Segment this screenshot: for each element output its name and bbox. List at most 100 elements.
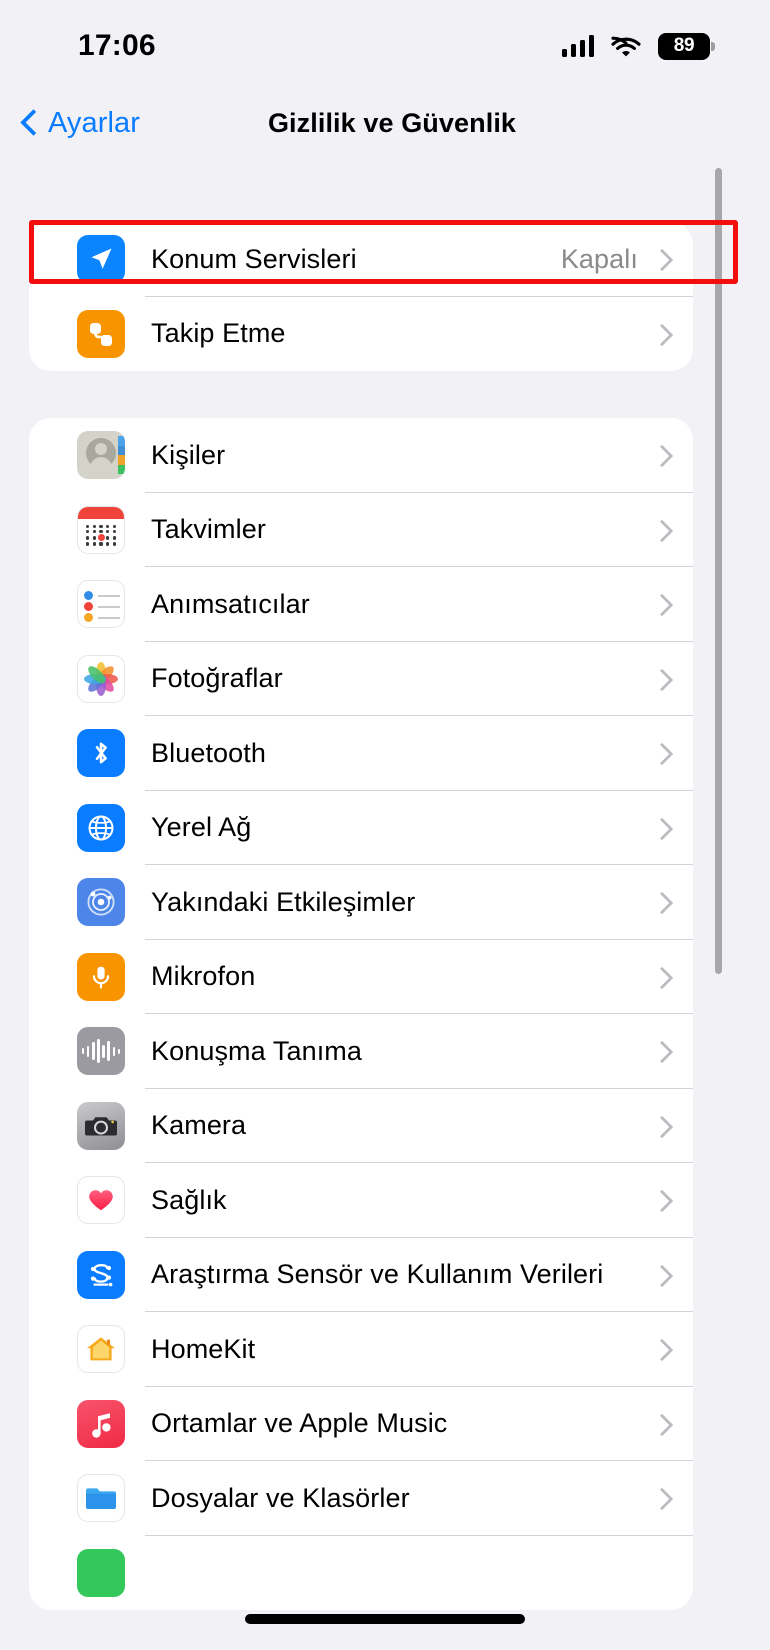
row-partial-next[interactable] [29, 1536, 693, 1611]
row-app-tracking[interactable]: Takip Etme [29, 297, 693, 372]
cellular-bars-icon [561, 35, 594, 57]
row-accessory [654, 1338, 693, 1360]
chevron-right-icon [654, 817, 667, 839]
speech-waveform-icon [77, 1027, 125, 1076]
battery-level: 89 [673, 35, 695, 56]
globe-network-icon [77, 803, 125, 852]
row-contacts[interactable]: Kişiler [29, 418, 693, 493]
row-label: Sağlık [151, 1184, 227, 1215]
row-location-services[interactable]: Konum Servisleri Kapalı [29, 222, 693, 297]
row-label: Yerel Ağ [151, 812, 252, 843]
status-bar-clock: 17:06 [78, 29, 156, 62]
settings-scroll-view[interactable]: Konum Servisleri Kapalı Takip Etme Kişil… [0, 154, 770, 1650]
row-accessory [654, 1040, 693, 1062]
row-microphone[interactable]: Mikrofon [29, 940, 693, 1014]
row-reminders[interactable]: Anımsatıcılar [29, 567, 693, 642]
row-local-network[interactable]: Yerel Ağ [29, 791, 693, 865]
microphone-icon [77, 952, 125, 1001]
row-research-sensor-usage-data[interactable]: Araştırma Sensör ve Kullanım Verileri [29, 1238, 693, 1312]
row-media-apple-music[interactable]: Ortamlar ve Apple Music [29, 1387, 693, 1461]
camera-icon [77, 1101, 125, 1150]
row-label: Konuşma Tanıma [151, 1035, 363, 1066]
row-accessory [654, 1115, 693, 1137]
row-value: Kapalı [560, 243, 638, 274]
battery-icon: 89 [658, 32, 715, 60]
chevron-right-icon [654, 1338, 667, 1360]
chevron-right-icon [654, 742, 667, 764]
chevron-right-icon [654, 966, 667, 988]
settings-group-privacy-apps: Kişiler Takvimler Anımsatıcılar Fotoğraf… [29, 418, 693, 1610]
chevron-left-icon [22, 109, 38, 137]
calendar-icon [77, 505, 125, 554]
row-label: Fotoğraflar [151, 663, 283, 694]
row-calendars[interactable]: Takvimler [29, 493, 693, 567]
row-label: Takip Etme [151, 318, 286, 349]
chevron-right-icon [654, 444, 667, 466]
row-label: Araştırma Sensör ve Kullanım Verileri [151, 1259, 604, 1290]
row-accessory [654, 519, 693, 541]
row-files-and-folders[interactable]: Dosyalar ve Klasörler [29, 1461, 693, 1536]
row-accessory [654, 1264, 693, 1286]
folder-icon [77, 1474, 125, 1523]
row-label: Yakındaki Etkileşimler [151, 886, 416, 917]
row-health[interactable]: Sağlık [29, 1163, 693, 1238]
row-speech-recognition[interactable]: Konuşma Tanıma [29, 1014, 693, 1089]
row-label: Mikrofon [151, 961, 256, 992]
row-label: Kişiler [151, 439, 226, 470]
location-arrow-icon [77, 235, 125, 284]
row-accessory [654, 966, 693, 988]
chevron-right-icon [654, 1413, 667, 1435]
row-homekit[interactable]: HomeKit [29, 1312, 693, 1387]
chevron-right-icon [654, 1040, 667, 1062]
row-accessory [654, 891, 693, 913]
vertical-scrollbar[interactable] [715, 168, 722, 974]
nearby-interactions-icon [77, 878, 125, 927]
home-indicator [245, 1614, 525, 1624]
row-label: Bluetooth [151, 737, 266, 768]
back-button-label: Ayarlar [48, 106, 141, 139]
row-accessory [654, 1487, 693, 1509]
bluetooth-icon [77, 729, 125, 778]
row-accessory [654, 742, 693, 764]
row-accessory [654, 1413, 693, 1435]
settings-group-privacy-top: Konum Servisleri Kapalı Takip Etme [29, 222, 693, 371]
row-camera[interactable]: Kamera [29, 1089, 693, 1163]
row-photos[interactable]: Fotoğraflar [29, 642, 693, 716]
chevron-right-icon [654, 593, 667, 615]
row-accessory [654, 817, 693, 839]
row-accessory: Kapalı [561, 244, 693, 275]
tracking-icon [77, 309, 125, 358]
chevron-right-icon [654, 1189, 667, 1211]
contacts-icon [77, 431, 125, 480]
green-app-icon [77, 1548, 125, 1597]
heart-health-icon [77, 1176, 125, 1225]
row-accessory [654, 1189, 693, 1211]
row-label: Anımsatıcılar [151, 588, 310, 619]
row-accessory [654, 444, 693, 466]
chevron-right-icon [654, 668, 667, 690]
status-bar-indicators: 89 [561, 32, 715, 60]
row-label: Takvimler [151, 514, 266, 545]
row-bluetooth[interactable]: Bluetooth [29, 716, 693, 791]
row-accessory [654, 593, 693, 615]
chevron-right-icon [654, 1264, 667, 1286]
row-label: Dosyalar ve Klasörler [151, 1482, 410, 1513]
research-sensor-icon [77, 1250, 125, 1299]
chevron-right-icon [654, 891, 667, 913]
back-button[interactable]: Ayarlar [22, 92, 140, 154]
photos-icon [77, 654, 125, 703]
wifi-icon [611, 35, 641, 57]
row-label: Konum Servisleri [151, 243, 357, 274]
row-nearby-interactions[interactable]: Yakındaki Etkileşimler [29, 865, 693, 940]
reminders-icon [77, 580, 125, 629]
row-accessory [654, 668, 693, 690]
navigation-bar: Gizlilik ve Güvenlik Ayarlar [0, 92, 770, 154]
chevron-right-icon [654, 1115, 667, 1137]
row-label: Kamera [151, 1110, 247, 1141]
chevron-right-icon [654, 323, 667, 345]
status-bar: 17:06 89 [0, 0, 770, 92]
row-label: Ortamlar ve Apple Music [151, 1408, 448, 1439]
chevron-right-icon [654, 248, 667, 270]
chevron-right-icon [654, 519, 667, 541]
row-label: HomeKit [151, 1333, 256, 1364]
